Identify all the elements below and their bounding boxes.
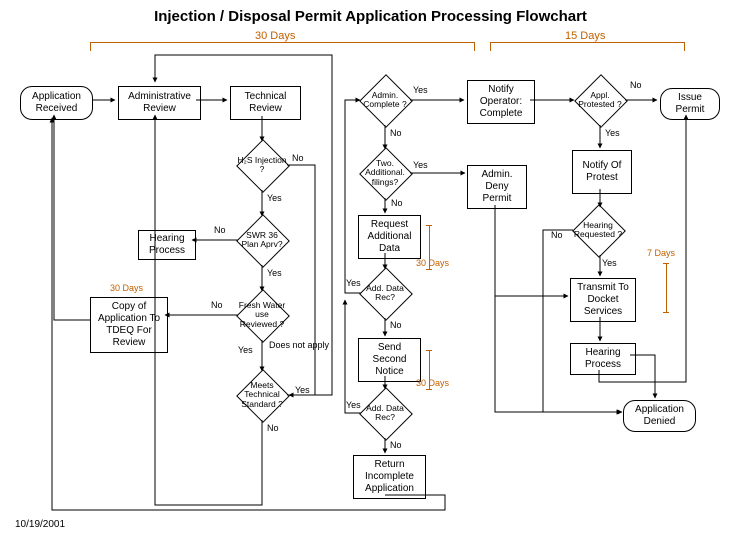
lbl-yes-fw: Yes — [238, 345, 253, 355]
transmit-docket: Transmit To Docket Services — [570, 278, 636, 322]
meets-std-decision: Meets Technical Standard ? — [237, 370, 287, 420]
application-denied: Application Denied — [623, 400, 696, 432]
span-15days — [490, 42, 685, 44]
7days-label: 7 Days — [647, 248, 675, 258]
admin-deny-permit: Admin. Deny Permit — [467, 165, 527, 209]
h2s-decision: H₂S Injection ? — [237, 140, 287, 190]
lbl-no-1: No — [390, 128, 402, 138]
notify-protest: Notify Of Protest — [572, 150, 632, 194]
lbl-no-2: No — [391, 198, 403, 208]
copy-tdeq: Copy of Application To TDEQ For Review — [90, 297, 168, 353]
span-30days — [90, 42, 475, 44]
lbl-yes-prot: Yes — [605, 128, 620, 138]
appl-protested: Appl. Protested ? — [575, 75, 625, 125]
span-15-label: 15 Days — [565, 30, 605, 42]
request-add-data: Request Additional Data — [358, 215, 421, 259]
issue-permit: Issue Permit — [660, 88, 720, 120]
copy-30days: 30 Days — [110, 283, 143, 293]
hearing-process-2: Hearing Process — [570, 343, 636, 375]
two-addl-decision: Two. Additional. filings? — [360, 148, 410, 198]
lbl-yes-h2s: Yes — [267, 193, 282, 203]
lbl-yes-swr: Yes — [267, 268, 282, 278]
lbl-yes-1: Yes — [413, 85, 428, 95]
lbl-yes-4: Yes — [346, 400, 361, 410]
add-data-1: Add. Data Rec? — [360, 268, 410, 318]
page-title: Injection / Disposal Permit Application … — [0, 8, 741, 25]
tech-review: Technical Review — [230, 86, 301, 120]
lbl-yes-hr: Yes — [602, 258, 617, 268]
lbl-yes-meets: Yes — [295, 385, 310, 395]
lbl-no-3: No — [390, 320, 402, 330]
hearing-process-1: Hearing Process — [138, 230, 196, 260]
return-incomplete: Return Incomplete Application — [353, 455, 426, 499]
lbl-no-h2s: No — [292, 153, 304, 163]
span-30-label: 30 Days — [255, 30, 295, 42]
req-30-label: 30 Days — [416, 258, 449, 268]
lbl-yes-2: Yes — [413, 160, 428, 170]
send-second-notice: Send Second Notice — [358, 338, 421, 382]
7days-mark — [665, 263, 667, 313]
lbl-no-4: No — [390, 440, 402, 450]
lbl-yes-3: Yes — [346, 278, 361, 288]
lbl-no-swr: No — [214, 225, 226, 235]
admin-complete-decision: Admin. Complete ? — [360, 75, 410, 125]
lbl-no-fw: No — [211, 300, 223, 310]
swr-decision: SWR 36 Plan Aprv? — [237, 215, 287, 265]
lbl-dna: Does not apply — [269, 340, 329, 350]
fresh-water-decision: Fresh Water use Reviewed ? — [237, 290, 287, 340]
hearing-requested: Hearing Requested ? — [573, 205, 623, 255]
lbl-no-hr: No — [551, 230, 563, 240]
app-received: Application Received — [20, 86, 93, 120]
admin-review: Administrative Review — [118, 86, 201, 120]
add-data-2: Add. Data Rec? — [360, 388, 410, 438]
send-30-label: 30 Days — [416, 378, 449, 388]
lbl-no-prot: No — [630, 80, 642, 90]
lbl-no-meets: No — [267, 423, 279, 433]
date: 10/19/2001 — [15, 519, 65, 530]
notify-op-complete: Notify Operator: Complete — [467, 80, 535, 124]
